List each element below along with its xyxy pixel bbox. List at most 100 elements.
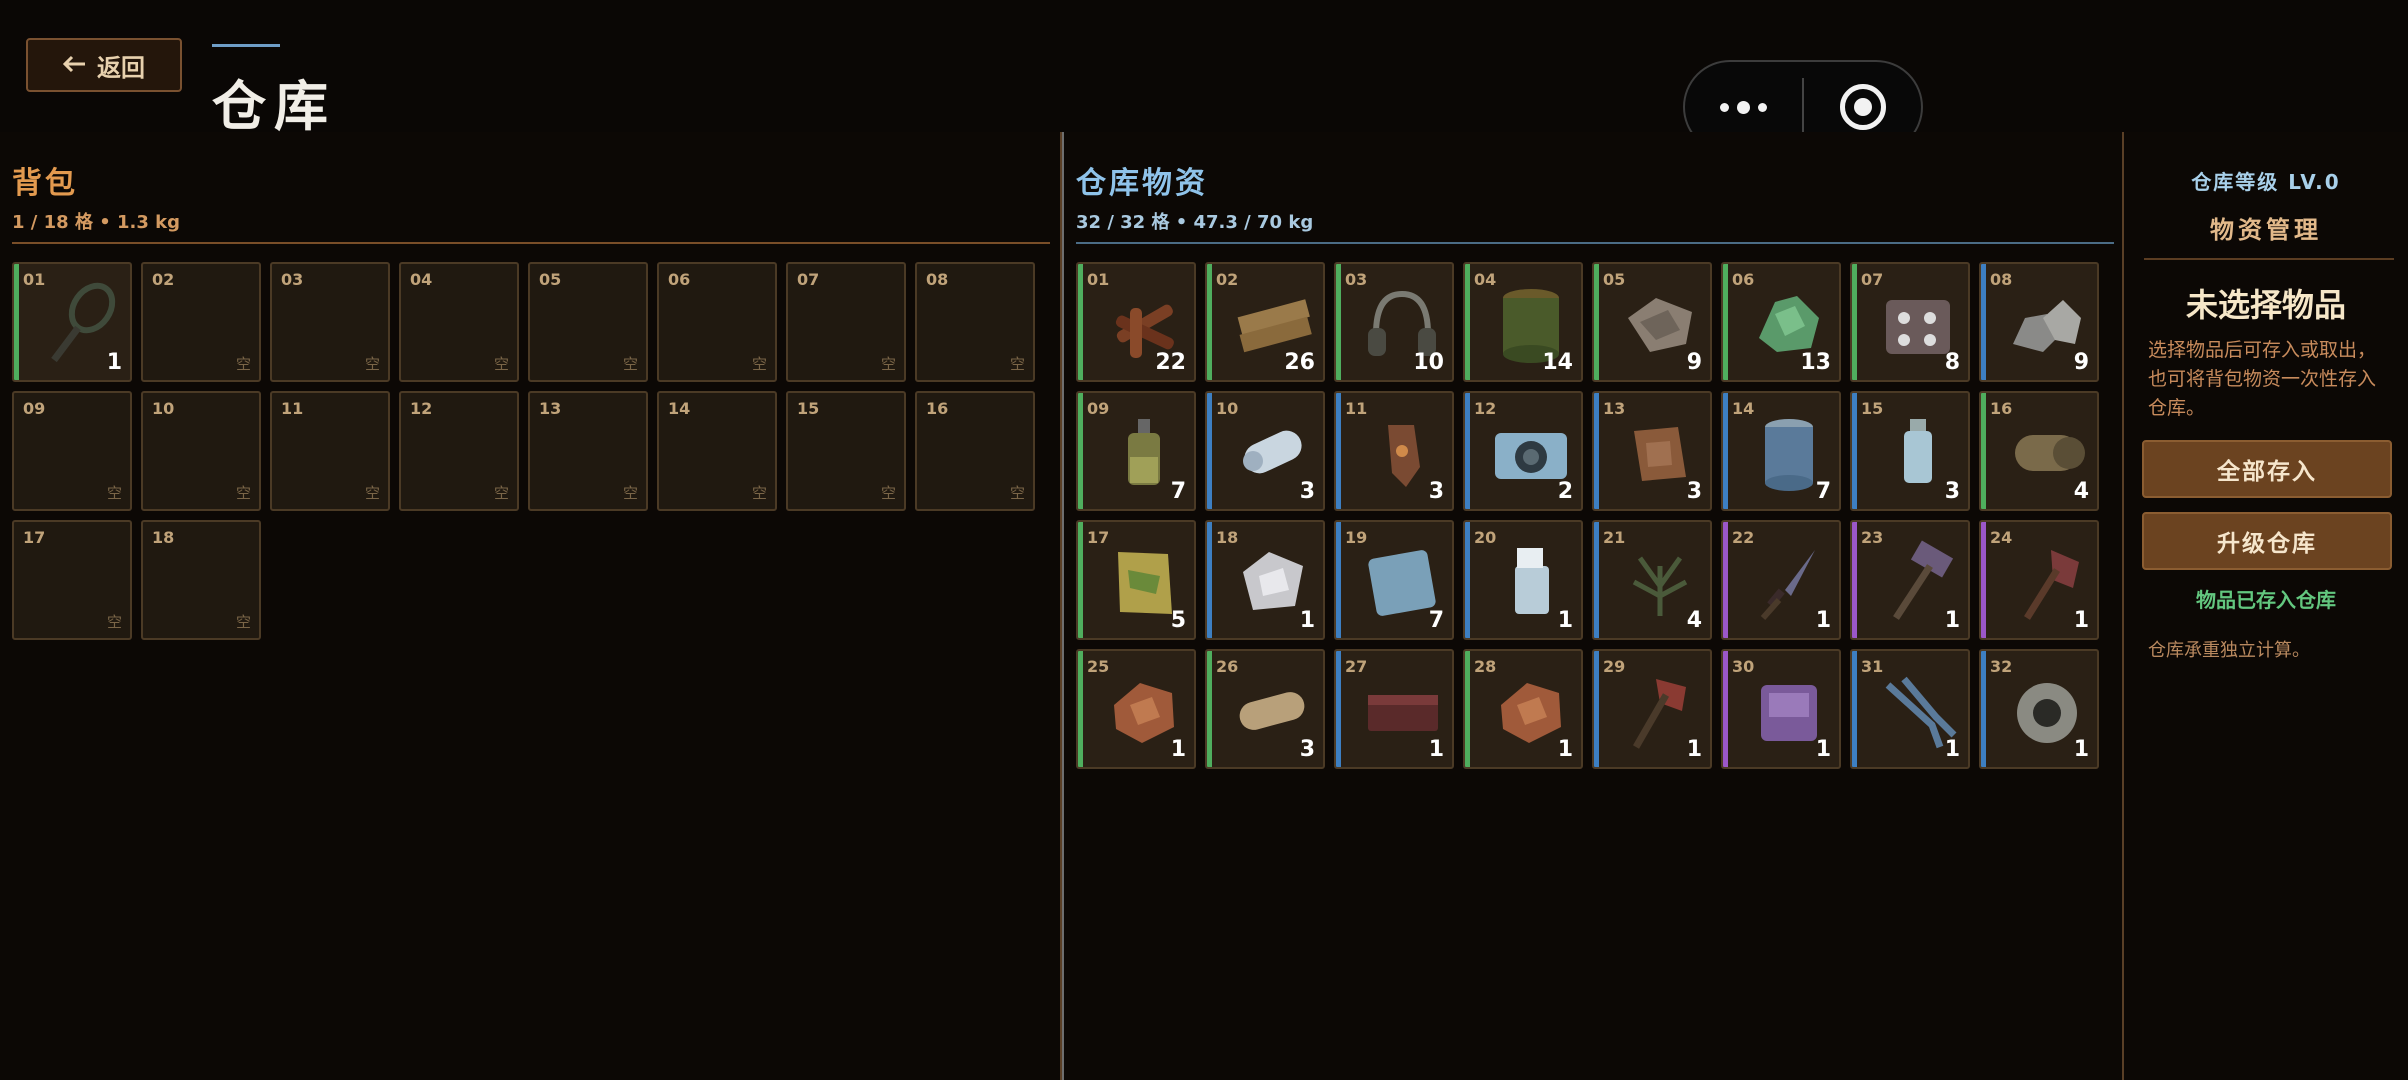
- item-slot[interactable]: 29 1: [1592, 649, 1712, 769]
- item-slot[interactable]: 10 3: [1205, 391, 1325, 511]
- rarity-bar: [1336, 264, 1341, 380]
- rarity-bar: [1078, 264, 1083, 380]
- rarity-bar: [1594, 393, 1599, 509]
- rarity-bar: [1207, 264, 1212, 380]
- empty-slot[interactable]: 15 空: [786, 391, 906, 511]
- item-slot[interactable]: 32 1: [1979, 649, 2099, 769]
- item-slot[interactable]: 20 1: [1463, 520, 1583, 640]
- empty-slot[interactable]: 10 空: [141, 391, 261, 511]
- slot-number: 06: [668, 270, 691, 289]
- empty-slot[interactable]: 05 空: [528, 262, 648, 382]
- item-slot[interactable]: 03 10: [1334, 262, 1454, 382]
- item-quantity: 8: [1944, 350, 1960, 375]
- slot-number: 10: [1216, 399, 1239, 418]
- item-slot[interactable]: 24 1: [1979, 520, 2099, 640]
- empty-slot[interactable]: 16 空: [915, 391, 1035, 511]
- item-slot[interactable]: 01 22: [1076, 262, 1196, 382]
- slot-number: 03: [281, 270, 304, 289]
- item-quantity: 1: [1557, 737, 1573, 762]
- item-slot[interactable]: 26 3: [1205, 649, 1325, 769]
- slot-number: 14: [1732, 399, 1755, 418]
- item-slot[interactable]: 22 1: [1721, 520, 1841, 640]
- slot-number: 04: [1474, 270, 1497, 289]
- item-slot[interactable]: 23 1: [1850, 520, 1970, 640]
- slot-number: 15: [1861, 399, 1884, 418]
- item-slot[interactable]: 09 7: [1076, 391, 1196, 511]
- store-all-button[interactable]: 全部存入: [2142, 440, 2392, 498]
- rarity-bar: [1594, 651, 1599, 767]
- item-slot[interactable]: 06 13: [1721, 262, 1841, 382]
- slot-number: 01: [23, 270, 46, 289]
- empty-slot[interactable]: 12 空: [399, 391, 519, 511]
- empty-slot[interactable]: 14 空: [657, 391, 777, 511]
- item-slot[interactable]: 19 7: [1334, 520, 1454, 640]
- slot-number: 21: [1603, 528, 1626, 547]
- empty-slot[interactable]: 09 空: [12, 391, 132, 511]
- rarity-bar: [1852, 651, 1857, 767]
- item-slot[interactable]: 04 14: [1463, 262, 1583, 382]
- empty-slot[interactable]: 07 空: [786, 262, 906, 382]
- slot-number: 01: [1087, 270, 1110, 289]
- backpack-summary: 1 / 18 格 • 1.3 kg: [12, 212, 180, 233]
- item-slot[interactable]: 16 4: [1979, 391, 2099, 511]
- item-slot[interactable]: 31 1: [1850, 649, 1970, 769]
- rarity-bar: [1981, 393, 1986, 509]
- rarity-bar: [1207, 393, 1212, 509]
- item-quantity: 1: [106, 350, 122, 375]
- slot-number: 13: [539, 399, 562, 418]
- empty-label: 空: [622, 484, 638, 502]
- item-slot[interactable]: 30 1: [1721, 649, 1841, 769]
- item-quantity: 4: [1686, 608, 1702, 633]
- item-slot[interactable]: 07 8: [1850, 262, 1970, 382]
- item-quantity: 13: [1800, 350, 1831, 375]
- item-slot[interactable]: 12 2: [1463, 391, 1583, 511]
- empty-slot[interactable]: 18 空: [141, 520, 261, 640]
- rarity-bar: [1465, 522, 1470, 638]
- rarity-bar: [1723, 393, 1728, 509]
- warehouse-summary: 32 / 32 格 • 47.3 / 70 kg: [1076, 212, 1314, 233]
- empty-slot[interactable]: 06 空: [657, 262, 777, 382]
- slot-number: 17: [23, 528, 46, 547]
- item-slot[interactable]: 02 26: [1205, 262, 1325, 382]
- item-slot[interactable]: 13 3: [1592, 391, 1712, 511]
- empty-slot[interactable]: 11 空: [270, 391, 390, 511]
- item-slot[interactable]: 11 3: [1334, 391, 1454, 511]
- item-slot[interactable]: 15 3: [1850, 391, 1970, 511]
- item-quantity: 9: [2073, 350, 2089, 375]
- title-accent-line: [212, 44, 280, 47]
- empty-label: 空: [364, 355, 380, 373]
- item-slot[interactable]: 01 1: [12, 262, 132, 382]
- empty-slot[interactable]: 02 空: [141, 262, 261, 382]
- empty-slot[interactable]: 17 空: [12, 520, 132, 640]
- slot-number: 19: [1345, 528, 1368, 547]
- empty-slot[interactable]: 13 空: [528, 391, 648, 511]
- rarity-bar: [1852, 393, 1857, 509]
- item-slot[interactable]: 28 1: [1463, 649, 1583, 769]
- empty-slot[interactable]: 08 空: [915, 262, 1035, 382]
- item-slot[interactable]: 14 7: [1721, 391, 1841, 511]
- slot-number: 20: [1474, 528, 1497, 547]
- arrow-left-icon: [62, 51, 87, 79]
- empty-label: 空: [880, 355, 896, 373]
- item-slot[interactable]: 21 4: [1592, 520, 1712, 640]
- back-button[interactable]: 返回: [26, 38, 182, 92]
- item-slot[interactable]: 25 1: [1076, 649, 1196, 769]
- target-circle-icon: [1839, 84, 1886, 130]
- slot-number: 14: [668, 399, 691, 418]
- item-slot[interactable]: 18 1: [1205, 520, 1325, 640]
- rarity-bar: [1207, 651, 1212, 767]
- warehouse-level: 仓库等级 LV.0: [2191, 170, 2341, 194]
- upgrade-warehouse-button[interactable]: 升级仓库: [2142, 512, 2392, 570]
- empty-label: 空: [493, 484, 509, 502]
- slot-number: 02: [1216, 270, 1239, 289]
- item-quantity: 3: [1944, 479, 1960, 504]
- slot-number: 11: [1345, 399, 1368, 418]
- item-slot[interactable]: 05 9: [1592, 262, 1712, 382]
- item-slot[interactable]: 17 5: [1076, 520, 1196, 640]
- empty-slot[interactable]: 04 空: [399, 262, 519, 382]
- empty-slot[interactable]: 03 空: [270, 262, 390, 382]
- item-slot[interactable]: 27 1: [1334, 649, 1454, 769]
- item-slot[interactable]: 08 9: [1979, 262, 2099, 382]
- slot-number: 25: [1087, 657, 1110, 676]
- empty-label: 空: [235, 355, 251, 373]
